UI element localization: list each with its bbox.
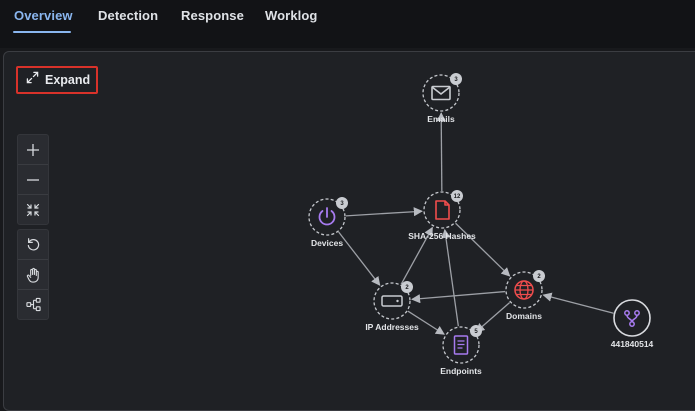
node-ip[interactable]: 2 IP Addresses (365, 281, 419, 332)
edge-domains-to-endpoints (475, 302, 511, 333)
node-devices[interactable]: 3 Devices (308, 197, 348, 248)
node-label: 441840514 (611, 339, 654, 349)
node-label: Domains (506, 311, 542, 321)
count-badge: 12 (451, 190, 463, 202)
edge-hashes-to-emails (436, 112, 446, 192)
node-label: Endpoints (440, 366, 482, 376)
node-label: SHA-256 Hashes (408, 231, 476, 241)
node-emails[interactable]: 3 Emails (422, 73, 462, 124)
node-label: IP Addresses (365, 322, 419, 332)
node-domains[interactable]: 2 Domains (505, 270, 545, 321)
count-badge: 2 (533, 270, 545, 282)
node-endpoints[interactable]: 5 Endpoints (440, 325, 482, 376)
edge-hub-to-domains (542, 292, 614, 314)
node-hub[interactable]: 441840514 (611, 299, 654, 349)
edge-devices-to-ip (338, 231, 381, 286)
count-badge: 3 (450, 73, 462, 85)
edge-domains-to-ip (411, 290, 506, 304)
edge-endpoints-to-hashes (441, 228, 459, 327)
node-label: Emails (427, 114, 455, 124)
count-badge: 3 (336, 197, 348, 209)
node-hashes[interactable]: 12 SHA-256 Hashes (408, 190, 476, 241)
count-badge: 5 (470, 325, 482, 337)
node-label: Devices (311, 238, 343, 248)
count-badge: 2 (401, 281, 413, 293)
count-badge-value: 12 (454, 194, 461, 200)
edge-devices-to-hashes (345, 207, 423, 217)
relationship-graph: 3 Emails 12 SHA-256 Hashes 3 Devices 2 IP Addre… (308, 73, 654, 376)
